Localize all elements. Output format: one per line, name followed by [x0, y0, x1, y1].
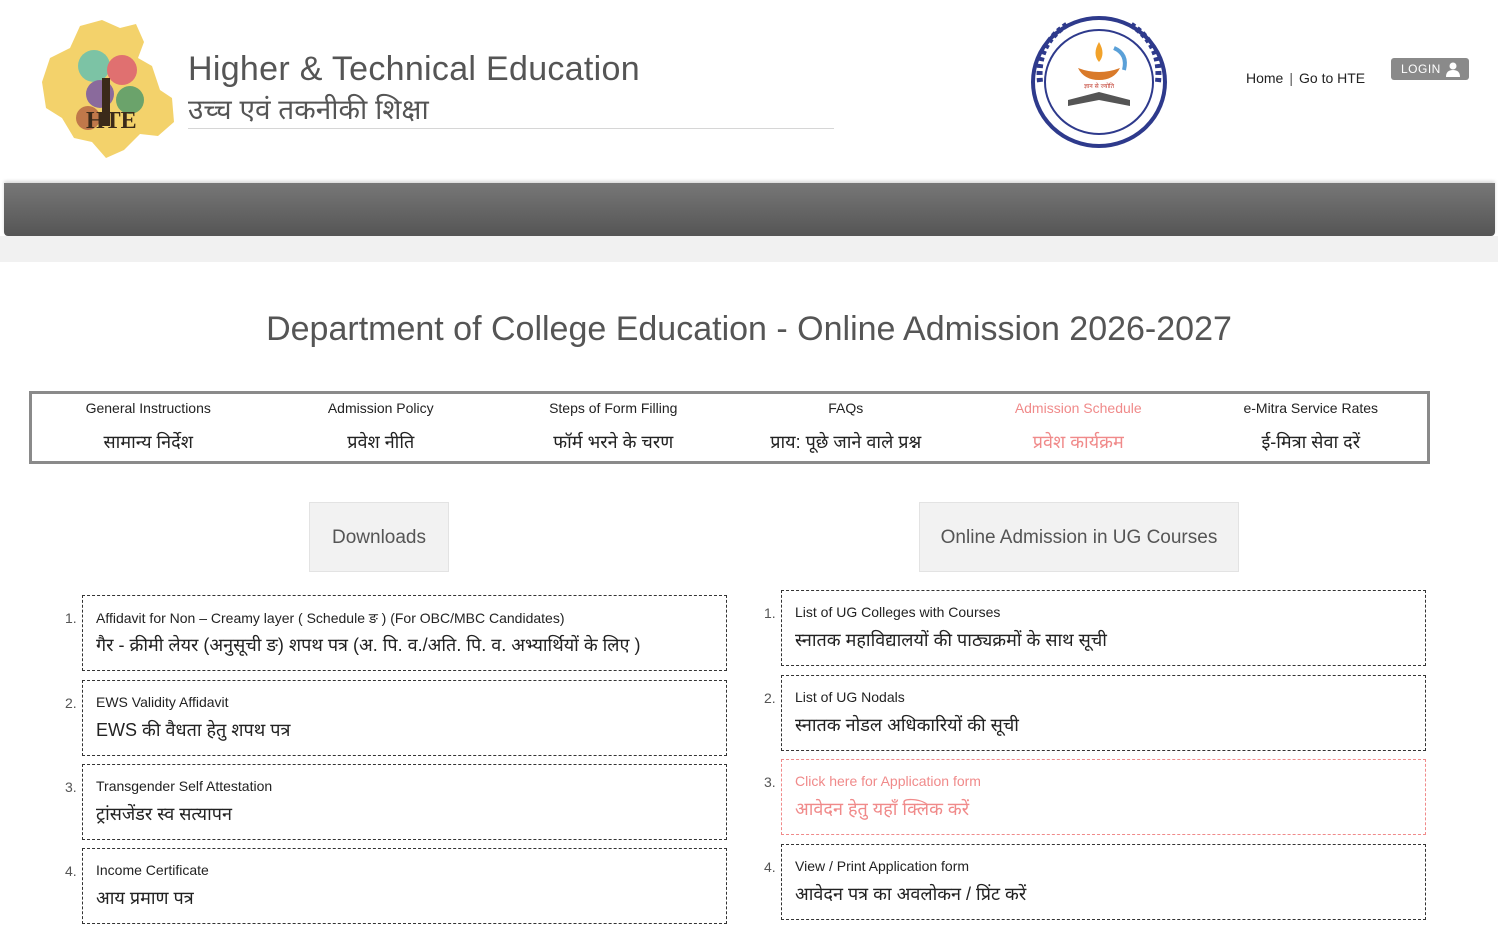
- login-button[interactable]: LOGIN: [1391, 58, 1469, 80]
- link-separator: |: [1289, 70, 1293, 86]
- online-item-ug-colleges-list[interactable]: 1. List of UG Colleges with Courses स्ना…: [764, 590, 1426, 666]
- tab-general-instructions[interactable]: General Instructions सामान्य निर्देश: [32, 394, 265, 461]
- tab-admission-policy[interactable]: Admission Policy प्रवेश नीति: [265, 394, 498, 461]
- go-to-hte-link[interactable]: Go to HTE: [1299, 70, 1365, 86]
- download-item-ews-affidavit[interactable]: 2. EWS Validity Affidavit EWS की वैधता ह…: [65, 680, 727, 756]
- tab-steps-of-form-filling[interactable]: Steps of Form Filling फॉर्म भरने के चरण: [497, 394, 730, 461]
- online-item-ug-nodals-list[interactable]: 2. List of UG Nodals स्नातक नोडल अधिकारि…: [764, 675, 1426, 751]
- download-item-transgender-attestation[interactable]: 3. Transgender Self Attestation ट्रांसजे…: [65, 764, 727, 840]
- online-item-application-form-link[interactable]: 3. Click here for Application form आवेदन…: [764, 759, 1426, 835]
- brand-subtitle: उच्च एवं तकनीकी शिक्षा: [188, 94, 429, 125]
- download-item-income-certificate[interactable]: 4. Income Certificate आय प्रमाण पत्र: [65, 848, 727, 924]
- user-icon: [1446, 62, 1460, 77]
- top-links: Home | Go to HTE: [1246, 70, 1365, 86]
- site-header: HTE Higher & Technical Education उच्च एव…: [0, 0, 1498, 180]
- svg-text:ज्ञान से ज्योति: ज्ञान से ज्योति: [1084, 82, 1115, 90]
- rajasthan-seal-icon: ज्ञान से ज्योति: [1031, 16, 1167, 148]
- brand-title: Higher & Technical Education: [188, 50, 640, 88]
- brand-divider: [188, 128, 834, 129]
- page-title: Department of College Education - Online…: [266, 310, 1232, 348]
- home-link[interactable]: Home: [1246, 70, 1283, 86]
- info-tabs: General Instructions सामान्य निर्देश Adm…: [29, 391, 1430, 464]
- online-item-view-print-application[interactable]: 4. View / Print Application form आवेदन प…: [764, 844, 1426, 920]
- nav-strip: [0, 236, 1498, 262]
- download-item-non-creamy-affidavit[interactable]: 1. Affidavit for Non – Creamy layer ( Sc…: [65, 595, 727, 671]
- nav-bar: [4, 183, 1495, 236]
- tab-admission-schedule[interactable]: Admission Schedule प्रवेश कार्यक्रम: [962, 394, 1195, 461]
- tab-emitra-service-rates[interactable]: e-Mitra Service Rates ई-मित्रा सेवा दरें: [1195, 394, 1428, 461]
- login-label: LOGIN: [1401, 62, 1441, 76]
- hte-logo-icon[interactable]: HTE: [40, 18, 178, 158]
- svg-text:HTE: HTE: [86, 108, 137, 134]
- tab-faqs[interactable]: FAQs प्राय: पूछे जाने वाले प्रश्न: [730, 394, 963, 461]
- online-admission-heading: Online Admission in UG Courses: [919, 502, 1239, 572]
- downloads-heading: Downloads: [309, 502, 449, 572]
